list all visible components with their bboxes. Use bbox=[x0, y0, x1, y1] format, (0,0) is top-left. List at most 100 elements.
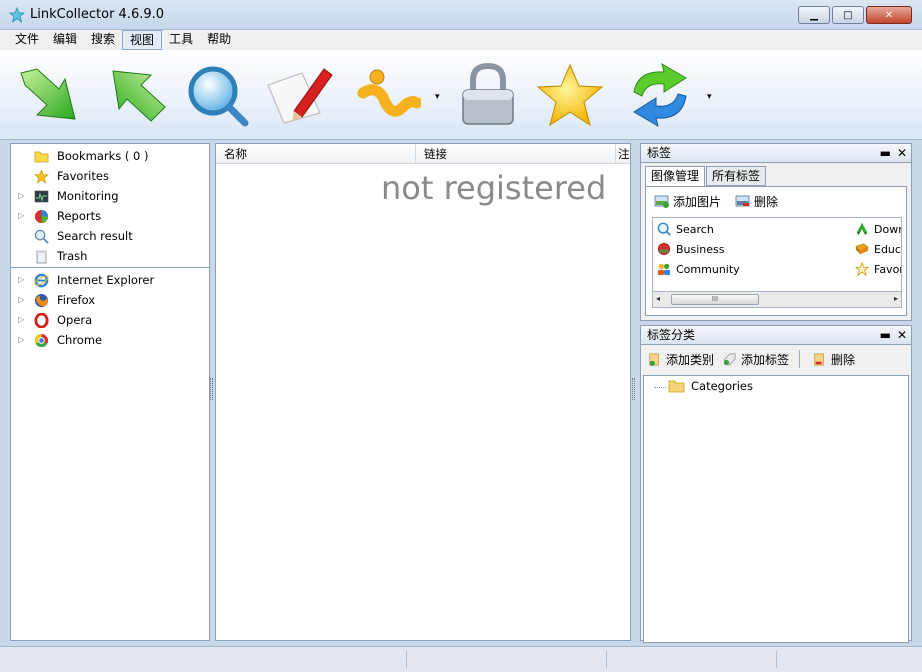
firefox-icon bbox=[34, 293, 49, 308]
expand-arrow-icon[interactable]: ▷ bbox=[18, 206, 24, 226]
tag-item-download[interactable]: Down bbox=[855, 222, 901, 236]
tree-item-bookmarks[interactable]: Bookmarks ( 0 ) bbox=[11, 146, 209, 166]
categories-pane-close-icon[interactable]: ✕ bbox=[897, 326, 907, 344]
lock-button[interactable] bbox=[452, 60, 524, 130]
tree-item-label: Search result bbox=[57, 229, 133, 243]
tag-item-business[interactable]: Business bbox=[657, 242, 725, 256]
tree-item-search-result[interactable]: Search result bbox=[11, 226, 209, 246]
tree-item-label: Reports bbox=[57, 209, 102, 223]
favorite-button[interactable] bbox=[534, 60, 606, 130]
pie-chart-icon bbox=[34, 209, 49, 224]
tag-item-education[interactable]: Educa bbox=[855, 242, 901, 256]
magnifier-icon bbox=[188, 66, 249, 127]
star-outline-icon bbox=[855, 262, 869, 276]
add-category-label: 添加类别 bbox=[666, 352, 715, 367]
categories-pane-pin-icon[interactable]: ▬ bbox=[880, 326, 891, 344]
tag-label: Community bbox=[676, 262, 740, 276]
monitor-icon bbox=[34, 189, 49, 204]
menu-edit[interactable]: 编辑 bbox=[46, 30, 84, 50]
tree-item-chrome[interactable]: ▷ Chrome bbox=[11, 330, 209, 350]
maximize-button[interactable]: □ bbox=[832, 6, 864, 24]
column-name[interactable]: 名称 bbox=[216, 144, 416, 164]
tree-item-internet-explorer[interactable]: ▷ Internet Explorer bbox=[11, 270, 209, 290]
scroll-left-icon[interactable]: ◂ bbox=[656, 294, 660, 303]
tab-all-tags[interactable]: 所有标签 bbox=[706, 166, 767, 186]
tag-label: Business bbox=[676, 242, 725, 256]
add-category-button[interactable]: 添加类别 bbox=[647, 351, 714, 368]
menu-search[interactable]: 搜索 bbox=[84, 30, 122, 50]
tree-item-monitoring[interactable]: ▷ Monitoring bbox=[11, 186, 209, 206]
column-link[interactable]: 链接 bbox=[416, 144, 616, 164]
tree-item-label: Chrome bbox=[57, 333, 103, 347]
tree-item-favorites[interactable]: Favorites bbox=[11, 166, 209, 186]
scroll-right-icon[interactable]: ▸ bbox=[894, 294, 898, 303]
menu-bar: 文件 编辑 搜索 视图 工具 帮助 bbox=[0, 30, 922, 50]
expand-arrow-icon[interactable]: ▷ bbox=[18, 270, 24, 290]
export-button[interactable] bbox=[102, 60, 174, 130]
menu-view[interactable]: 视图 bbox=[122, 30, 163, 50]
menu-help[interactable]: 帮助 bbox=[200, 30, 238, 50]
tree-item-label: Monitoring bbox=[57, 189, 119, 203]
scrollbar-thumb[interactable]: III bbox=[671, 294, 759, 305]
category-root-label: Categories bbox=[691, 379, 753, 393]
expand-arrow-icon[interactable]: ▷ bbox=[18, 330, 24, 350]
tag-list-scrollbar[interactable]: ◂ III ▸ bbox=[652, 292, 902, 308]
chrome-icon bbox=[34, 333, 49, 348]
tree-item-label: Internet Explorer bbox=[57, 273, 155, 287]
right-splitter[interactable] bbox=[632, 378, 635, 400]
magnifier-icon bbox=[34, 229, 49, 244]
window-title: LinkCollector 4.6.9.0 bbox=[30, 7, 165, 22]
sync-dropdown-toggle[interactable]: ▾ bbox=[707, 92, 712, 102]
minimize-button[interactable]: ▁ bbox=[798, 6, 830, 24]
link-list: 名称 链接 注 not registered bbox=[215, 143, 631, 641]
tree-item-reports[interactable]: ▷ Reports bbox=[11, 206, 209, 226]
status-bar bbox=[0, 646, 922, 672]
add-image-icon bbox=[654, 195, 669, 208]
info-dropdown-toggle[interactable]: ▾ bbox=[435, 92, 440, 102]
tag-label: Down bbox=[874, 222, 901, 236]
tree-item-opera[interactable]: ▷ Opera bbox=[11, 310, 209, 330]
search-button[interactable] bbox=[182, 60, 254, 130]
delete-image-button[interactable]: 删除 bbox=[735, 193, 778, 210]
tag-item-favorites[interactable]: Favor bbox=[855, 262, 901, 276]
add-image-button[interactable]: 添加图片 bbox=[654, 193, 721, 210]
category-root[interactable]: Categories bbox=[668, 379, 753, 393]
tree-item-trash[interactable]: Trash bbox=[11, 246, 209, 266]
tags-tabs: 图像管理 所有标签 bbox=[645, 166, 767, 187]
add-tag-button[interactable]: 添加标签 bbox=[722, 351, 789, 368]
close-button[interactable]: ✕ bbox=[866, 6, 912, 24]
tree-item-label: Bookmarks ( 0 ) bbox=[57, 149, 149, 163]
add-category-icon bbox=[649, 353, 659, 366]
tag-item-search[interactable]: Search bbox=[657, 222, 714, 236]
info-button[interactable] bbox=[352, 60, 424, 130]
left-splitter[interactable] bbox=[210, 378, 213, 400]
menu-tools[interactable]: 工具 bbox=[162, 30, 200, 50]
status-segment bbox=[606, 651, 607, 668]
import-button[interactable] bbox=[12, 60, 84, 130]
menu-file[interactable]: 文件 bbox=[8, 30, 46, 50]
categories-pane-header: 标签分类 ▬ ✕ bbox=[640, 325, 912, 345]
sync-button[interactable] bbox=[624, 60, 696, 130]
expand-arrow-icon[interactable]: ▷ bbox=[18, 310, 24, 330]
status-segment bbox=[406, 651, 407, 668]
expand-arrow-icon[interactable]: ▷ bbox=[18, 186, 24, 206]
expand-arrow-icon[interactable]: ▷ bbox=[18, 290, 24, 310]
edit-button[interactable] bbox=[262, 60, 334, 130]
padlock-icon bbox=[462, 62, 514, 125]
column-note[interactable]: 注 bbox=[616, 144, 630, 164]
delete-image-label: 删除 bbox=[754, 195, 779, 209]
categories-action-row: 添加类别 添加标签 删除 bbox=[647, 350, 869, 368]
tab-image-management[interactable]: 图像管理 bbox=[645, 166, 706, 187]
delete-category-button[interactable]: 删除 bbox=[812, 351, 855, 368]
tag-item-community[interactable]: Community bbox=[657, 262, 740, 276]
tags-pane-close-icon[interactable]: ✕ bbox=[897, 144, 907, 162]
toolbar: ▾ ▾ bbox=[0, 50, 922, 140]
tags-action-row: 添加图片 删除 bbox=[654, 193, 792, 210]
tree-item-label: Trash bbox=[57, 249, 88, 263]
green-arrows-icon bbox=[855, 222, 869, 236]
toolbar-divider bbox=[799, 350, 801, 368]
close-icon: ✕ bbox=[884, 9, 894, 21]
tags-pane-pin-icon[interactable]: ▬ bbox=[880, 144, 891, 162]
tree-item-label: Favorites bbox=[57, 169, 109, 183]
tree-item-firefox[interactable]: ▷ Firefox bbox=[11, 290, 209, 310]
